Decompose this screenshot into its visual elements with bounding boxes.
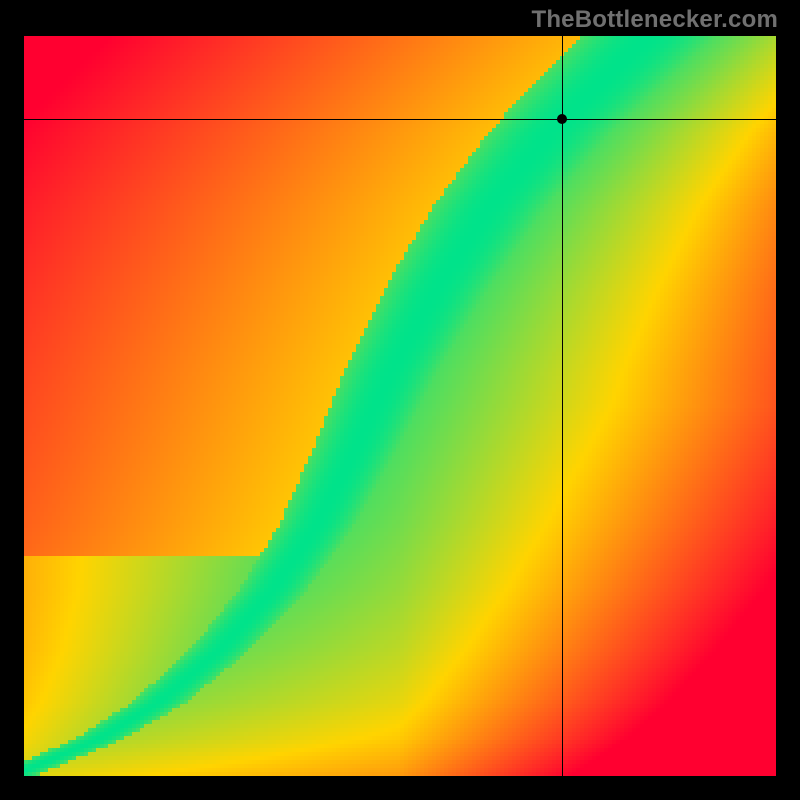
crosshair-horizontal bbox=[24, 119, 776, 120]
heatmap-plot bbox=[24, 36, 776, 776]
chart-frame: TheBottlenecker.com bbox=[0, 0, 800, 800]
crosshair-vertical bbox=[562, 36, 563, 776]
marker-dot bbox=[557, 114, 567, 124]
watermark-text: TheBottlenecker.com bbox=[531, 6, 778, 34]
heatmap-canvas bbox=[24, 36, 776, 776]
